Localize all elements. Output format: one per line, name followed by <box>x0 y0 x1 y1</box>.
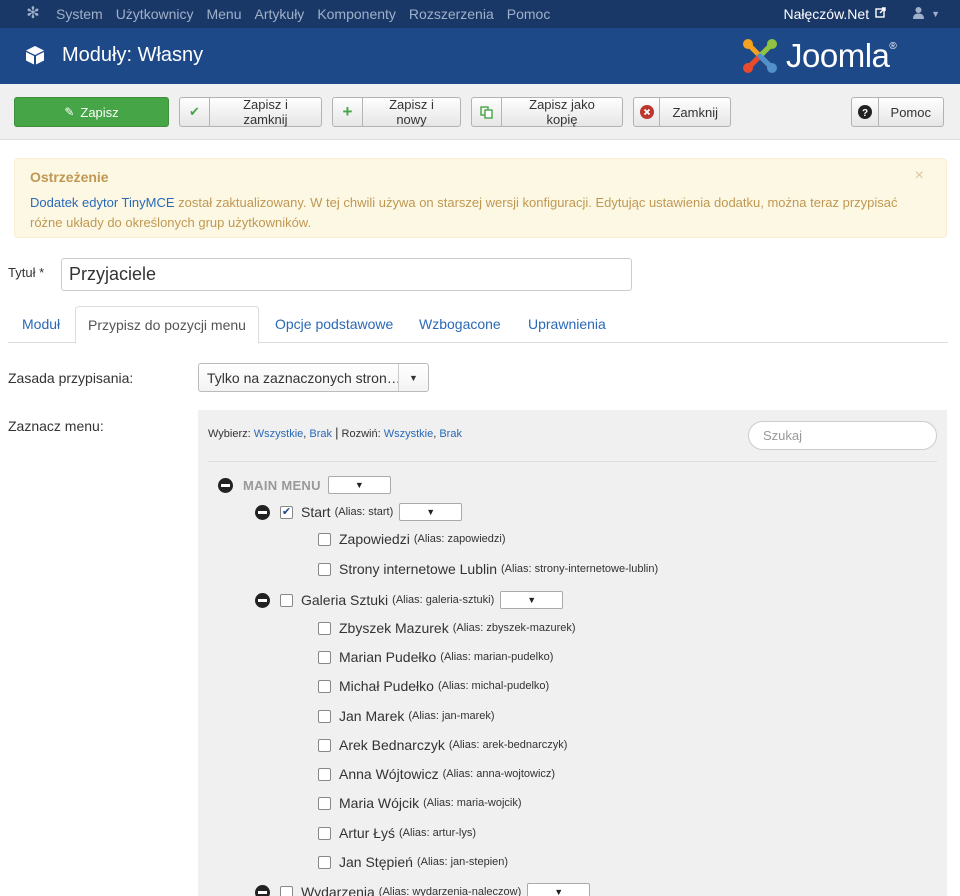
nav-item-users[interactable]: Użytkownicy <box>116 6 194 22</box>
assignment-select[interactable]: Tylko na zaznaczonych stron… ▼ <box>198 363 429 392</box>
chevron-down-icon: ▼ <box>398 364 428 391</box>
alert-close-button[interactable]: × <box>915 167 924 185</box>
nav-item-extensions[interactable]: Rozszerzenia <box>409 6 494 22</box>
menu-tree-panel: Wybierz: Wszystkie, Brak | Rozwiń: Wszys… <box>198 410 947 896</box>
copy-icon <box>472 98 502 126</box>
tab-menu-assignment[interactable]: Przypisz do pozycji menu <box>75 306 259 344</box>
check-icon: ✔ <box>180 98 210 126</box>
page-header: Moduły: Własny Joomla® <box>0 28 960 84</box>
item-checkbox[interactable] <box>318 767 331 781</box>
nav-item-components[interactable]: Komponenty <box>317 6 396 22</box>
site-link[interactable]: Nałęczów.Net <box>783 6 869 22</box>
item-options-dropdown[interactable]: ▼ <box>527 883 591 896</box>
tree-item: Maria Wójcik (Alias: maria-wojcik) <box>318 793 522 813</box>
help-button[interactable]: ? Pomoc <box>851 97 944 127</box>
item-checkbox[interactable] <box>280 593 293 607</box>
joomla-brand-text: Joomla® <box>786 37 897 74</box>
title-label: Tytuł * <box>8 265 45 280</box>
item-options-dropdown[interactable]: ▼ <box>500 591 564 609</box>
tinymce-plugin-link[interactable]: Dodatek edytor TinyMCE <box>30 195 175 210</box>
joomla-logo-icon <box>743 39 777 73</box>
expand-none-link[interactable]: Brak <box>439 428 462 440</box>
expand-all-link[interactable]: Wszystkie <box>384 428 434 440</box>
tree-item: Artur Łyś (Alias: artur-lys) <box>318 823 476 843</box>
assignment-label: Zasada przypisania: <box>8 370 134 386</box>
svg-text:?: ? <box>862 108 868 119</box>
menu-options-dropdown[interactable]: ▼ <box>327 476 391 494</box>
tree-item: Anna Wójtowicz (Alias: anna-wojtowicz) <box>318 764 555 784</box>
assignment-select-value: Tylko na zaznaczonych stron… <box>207 369 398 386</box>
nav-item-help[interactable]: Pomoc <box>507 6 551 22</box>
selection-controls: Wybierz: Wszystkie, Brak | Rozwiń: Wszys… <box>208 425 462 440</box>
cancel-icon <box>634 98 661 126</box>
tree-item: Marian Pudełko (Alias: marian-pudelko) <box>318 647 553 667</box>
nav-item-system[interactable]: System <box>56 6 103 22</box>
divider <box>208 461 937 462</box>
nav-item-menu[interactable]: Menu <box>206 6 241 22</box>
tab-module[interactable]: Moduł <box>22 306 60 343</box>
select-none-link[interactable]: Brak <box>309 428 332 440</box>
user-icon[interactable] <box>912 6 925 22</box>
item-checkbox[interactable]: ✔ <box>280 505 293 519</box>
tree-item: Arek Bednarczyk (Alias: arek-bednarczyk) <box>318 735 567 755</box>
tree-menu-row: MAIN MENU ▼ <box>218 475 391 495</box>
item-checkbox[interactable] <box>318 532 331 546</box>
external-link-icon <box>875 7 886 21</box>
save-copy-button[interactable]: Zapisz jako kopię <box>471 97 623 127</box>
collapse-icon[interactable] <box>255 504 270 520</box>
joomla-icon[interactable]: ✻ <box>24 5 42 23</box>
tree-item: Zapowiedzi (Alias: zapowiedzi) <box>318 529 506 549</box>
save-new-button[interactable]: + Zapisz i nowy <box>332 97 461 127</box>
item-checkbox[interactable] <box>318 562 331 576</box>
tree-item: Michał Pudełko (Alias: michal-pudelko) <box>318 676 549 696</box>
nav-item-articles[interactable]: Artykuły <box>255 6 305 22</box>
tree-item-wydarzenia: Wydarzenia (Alias: wydarzenia-naleczow) … <box>255 882 591 896</box>
joomla-brand-logo: Joomla® <box>740 36 897 76</box>
page-title: Moduły: Własny <box>62 44 204 66</box>
tree-item: Jan Marek (Alias: jan-marek) <box>318 706 495 726</box>
item-checkbox[interactable] <box>318 738 331 752</box>
tab-basic-options[interactable]: Opcje podstawowe <box>275 306 393 343</box>
item-checkbox[interactable] <box>318 650 331 664</box>
item-checkbox[interactable] <box>318 796 331 810</box>
save-close-button[interactable]: ✔ Zapisz i zamknij <box>179 97 322 127</box>
plus-icon: + <box>333 98 363 126</box>
item-checkbox[interactable] <box>318 621 331 635</box>
item-checkbox[interactable] <box>280 885 293 896</box>
tree-item: Strony internetowe Lublin (Alias: strony… <box>318 559 658 579</box>
item-options-dropdown[interactable]: ▼ <box>399 503 463 521</box>
close-button[interactable]: Zamknij <box>633 97 731 127</box>
edit-icon: ✎ <box>64 105 75 119</box>
item-checkbox[interactable] <box>318 709 331 723</box>
navbar-right: Nałęczów.Net ▼ <box>783 0 960 28</box>
save-button[interactable]: ✎ Zapisz <box>14 97 169 127</box>
collapse-icon[interactable] <box>255 592 270 608</box>
select-all-link[interactable]: Wszystkie <box>254 428 304 440</box>
top-navbar: ✻ System Użytkownicy Menu Artykuły Kompo… <box>0 0 960 28</box>
module-cube-icon <box>26 46 44 65</box>
warning-alert: Ostrzeżenie Dodatek edytor TinyMCE zosta… <box>14 158 947 238</box>
tab-bar: Moduł Przypisz do pozycji menu Opcje pod… <box>8 306 948 344</box>
search-input[interactable]: Szukaj <box>748 421 937 450</box>
title-input[interactable]: Przyjaciele <box>61 258 632 291</box>
caret-down-icon[interactable]: ▼ <box>931 9 940 19</box>
collapse-icon[interactable] <box>255 884 270 896</box>
tree-item: Jan Stępień (Alias: jan-stepien) <box>318 852 508 872</box>
toolbar: ✎ Zapisz ✔ Zapisz i zamknij + Zapisz i n… <box>0 84 960 140</box>
question-icon: ? <box>852 98 879 126</box>
tab-advanced[interactable]: Wzbogacone <box>419 306 501 343</box>
item-checkbox[interactable] <box>318 855 331 869</box>
menu-select-label: Zaznacz menu: <box>8 418 104 434</box>
tree-item-start: ✔ Start (Alias: start) ▼ <box>255 502 463 522</box>
tree-item-galeria-sztuki: Galeria Sztuki (Alias: galeria-sztuki) ▼ <box>255 590 564 610</box>
alert-message: Dodatek edytor TinyMCE został zaktualizo… <box>30 193 906 233</box>
item-checkbox[interactable] <box>318 826 331 840</box>
tree-item: Zbyszek Mazurek (Alias: zbyszek-mazurek) <box>318 618 576 638</box>
alert-title: Ostrzeżenie <box>30 169 109 185</box>
menu-name: MAIN MENU <box>243 477 321 493</box>
item-checkbox[interactable] <box>318 679 331 693</box>
tab-permissions[interactable]: Uprawnienia <box>528 306 606 343</box>
collapse-icon[interactable] <box>218 477 233 493</box>
